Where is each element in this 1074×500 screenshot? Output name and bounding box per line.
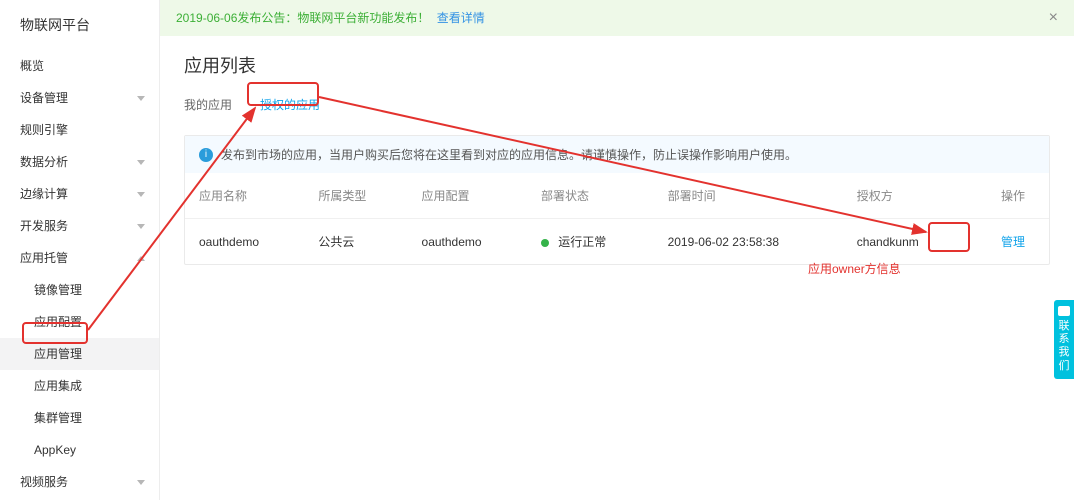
cell-time: 2019-06-02 23:58:38 [654,219,843,265]
cell-status: 运行正常 [527,219,654,265]
announcement-bar: 2019-06-06发布公告：物联网平台新功能发布！ 查看详情 × [160,0,1074,36]
sidebar-item-image-manage[interactable]: 镜像管理 [0,274,159,306]
main-content: 2019-06-06发布公告：物联网平台新功能发布！ 查看详情 × 应用列表 我… [160,0,1074,500]
sidebar: 物联网平台 概览 设备管理 规则引擎 数据分析 边缘计算 开发服务 应用托管 镜… [0,0,160,500]
brand-title: 物联网平台 [0,0,159,50]
chevron-down-icon [137,96,145,101]
sidebar-item-label: 设备管理 [20,82,68,114]
th-config: 应用配置 [408,173,527,219]
info-text: 发布到市场的应用，当用户购买后您将在这里看到对应的应用信息。请谨慎操作，防止误操… [221,146,797,163]
tab-authorized-apps[interactable]: 授权的应用 [260,92,320,117]
table-row: oauthdemo 公共云 oauthdemo 运行正常 2019-06-02 … [185,219,1049,265]
cell-config: oauthdemo [408,219,527,265]
sidebar-item-label: 视频服务 [20,466,68,498]
status-text: 运行正常 [558,235,606,249]
sidebar-item-app-config[interactable]: 应用配置 [0,306,159,338]
sidebar-item-dev-services[interactable]: 开发服务 [0,210,159,242]
contact-label: 联系我们 [1059,320,1070,372]
cell-name: oauthdemo [185,219,304,265]
announcement-link[interactable]: 查看详情 [437,11,485,25]
chevron-up-icon [137,256,145,261]
manage-button[interactable]: 管理 [1001,235,1025,249]
th-action: 操作 [965,173,1049,219]
cell-type: 公共云 [304,219,407,265]
close-icon[interactable]: × [1049,0,1058,36]
sidebar-item-label: 规则引擎 [20,114,68,146]
cell-action: 管理 [965,219,1049,265]
cell-owner: chandkunm [843,219,965,265]
sidebar-item-label: AppKey [34,434,76,466]
sidebar-item-label: 应用集成 [34,370,82,402]
th-type: 所属类型 [304,173,407,219]
sidebar-item-label: 镜像管理 [34,274,82,306]
chevron-down-icon [137,224,145,229]
content-card: i 发布到市场的应用，当用户购买后您将在这里看到对应的应用信息。请谨慎操作，防止… [184,135,1050,265]
sidebar-item-app-manage[interactable]: 应用管理 [0,338,159,370]
sidebar-item-device-manage[interactable]: 设备管理 [0,82,159,114]
tab-my-apps[interactable]: 我的应用 [184,92,232,117]
table-header-row: 应用名称 所属类型 应用配置 部署状态 部署时间 授权方 操作 [185,173,1049,219]
chevron-down-icon [137,480,145,485]
sidebar-item-rule-engine[interactable]: 规则引擎 [0,114,159,146]
th-name: 应用名称 [185,173,304,219]
sidebar-item-app-hosting[interactable]: 应用托管 [0,242,159,274]
apps-table: 应用名称 所属类型 应用配置 部署状态 部署时间 授权方 操作 oauthdem… [185,173,1049,264]
chevron-down-icon [137,192,145,197]
sidebar-item-label: 应用配置 [34,306,82,338]
sidebar-item-label: 应用托管 [20,242,68,274]
sidebar-item-video-services[interactable]: 视频服务 [0,466,159,498]
sidebar-item-app-integrate[interactable]: 应用集成 [0,370,159,402]
info-icon: i [199,148,213,162]
sidebar-item-label: 集群管理 [34,402,82,434]
announcement-text: 2019-06-06发布公告：物联网平台新功能发布！ [176,11,429,25]
th-status: 部署状态 [527,173,654,219]
info-bar: i 发布到市场的应用，当用户购买后您将在这里看到对应的应用信息。请谨慎操作，防止… [185,136,1049,173]
tabs: 我的应用 授权的应用 [184,92,1050,117]
sidebar-item-appkey[interactable]: AppKey [0,434,159,466]
sidebar-item-label: 开发服务 [20,210,68,242]
sidebar-item-label: 数据分析 [20,146,68,178]
sidebar-item-label: 概览 [20,50,44,82]
sidebar-item-overview[interactable]: 概览 [0,50,159,82]
sidebar-item-cluster-manage[interactable]: 集群管理 [0,402,159,434]
chevron-down-icon [137,160,145,165]
contact-us-badge[interactable]: 联系我们 [1054,300,1074,379]
sidebar-item-edge-compute[interactable]: 边缘计算 [0,178,159,210]
sidebar-item-label: 应用管理 [34,338,82,370]
th-time: 部署时间 [654,173,843,219]
status-dot-icon [541,239,549,247]
th-owner: 授权方 [843,173,965,219]
sidebar-item-label: 边缘计算 [20,178,68,210]
page-title: 应用列表 [184,52,1050,78]
chat-icon [1058,306,1070,316]
sidebar-item-data-analysis[interactable]: 数据分析 [0,146,159,178]
